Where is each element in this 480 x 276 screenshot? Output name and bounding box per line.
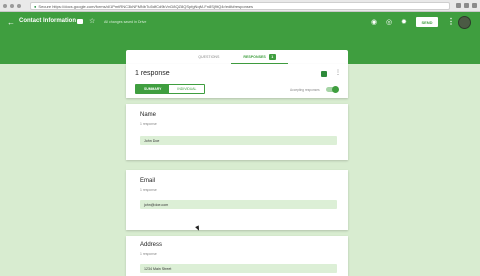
responses-summary-card: 1 response ⋮ SUMMARY INDIVIDUAL Acceptin… [126,64,348,98]
tab-responses[interactable]: RESPONSES 1 [231,50,288,64]
form-title[interactable]: Contact Information [19,18,76,24]
switch-knob [332,86,339,93]
more-vert-icon[interactable]: ⋮ [335,69,341,76]
menu-icon[interactable] [472,3,477,8]
forms-app-bar: ← Contact Information ☆ All changes save… [0,12,480,34]
tab-bar: QUESTIONS RESPONSES 1 [126,50,348,64]
question-title: Name [140,112,157,118]
question-card: Name 1 response John Doe [126,104,348,160]
palette-icon[interactable]: ◉ [371,18,377,26]
send-button[interactable]: SEND [416,17,438,27]
reload-icon[interactable] [17,3,21,8]
address-bar[interactable]: ● Secure https://docs.google.com/forms/d… [30,2,450,10]
back-nav-icon[interactable] [3,3,7,8]
question-response-count: 1 response [140,252,157,256]
sheets-icon[interactable] [321,71,327,77]
answer-text: John Doe [140,136,337,145]
preview-eye-icon[interactable]: ◎ [386,18,392,26]
summary-toggle-button[interactable]: SUMMARY [136,85,170,93]
tab-responses-label: RESPONSES [243,54,266,59]
individual-toggle-button[interactable]: INDIVIDUAL [169,85,204,93]
more-options-icon[interactable]: ⋮ [447,17,455,26]
extension-icon[interactable] [456,3,461,8]
question-title: Email [140,178,156,184]
response-count: 1 response [135,70,170,77]
question-card: Email 1 response john@doe.com [126,170,348,230]
answer-text: john@doe.com [140,200,337,209]
browser-chrome: ● Secure https://docs.google.com/forms/d… [0,0,480,12]
arrow-left-icon[interactable]: ← [7,18,15,27]
question-card: Address 1 response 1234 Main Street [126,236,348,276]
avatar[interactable] [458,16,471,29]
question-response-count: 1 response [140,122,157,126]
view-toggle: SUMMARY INDIVIDUAL [135,84,206,94]
accepting-responses-switch[interactable] [326,86,339,93]
lock-icon: ● [34,3,37,9]
settings-gear-icon[interactable]: ✹ [401,18,407,26]
answer-text: 1234 Main Street [140,264,337,273]
responses-count-badge: 1 [268,53,276,60]
forward-nav-icon[interactable] [10,3,14,8]
url-text: Secure https://docs.google.com/forms/d/1… [38,3,254,9]
tab-questions[interactable]: QUESTIONS [186,50,231,64]
question-response-count: 1 response [140,188,157,192]
star-icon[interactable]: ☆ [89,17,95,25]
folder-icon[interactable] [77,19,83,24]
accepting-responses-label: Accepting responses [290,88,320,92]
saved-status: All changes saved in Drive [104,20,147,24]
extension-icon[interactable] [464,3,469,8]
question-title: Address [140,242,163,248]
